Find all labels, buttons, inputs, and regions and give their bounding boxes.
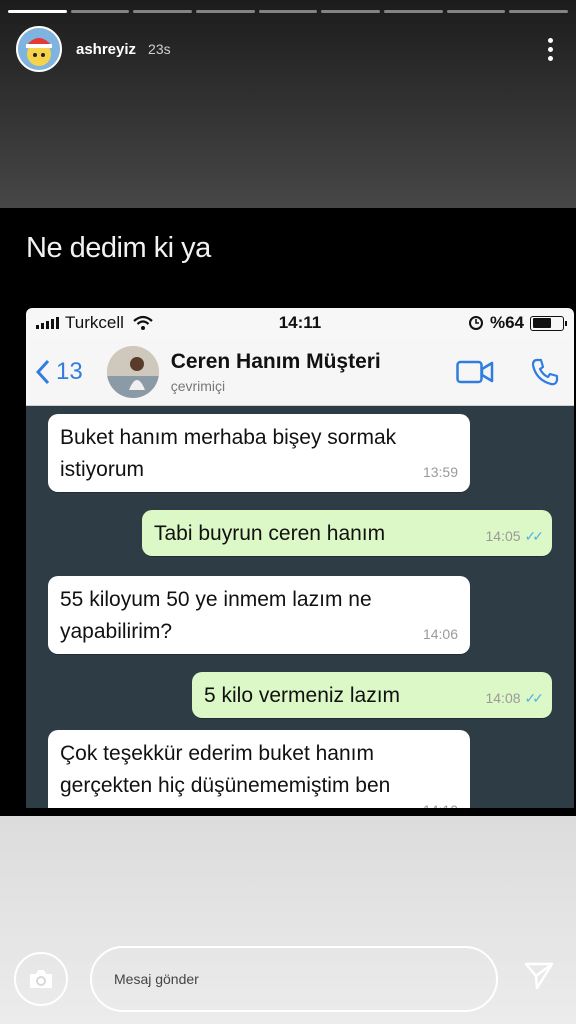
video-call-icon[interactable] bbox=[456, 360, 494, 384]
contact-avatar[interactable] bbox=[106, 345, 159, 398]
story-reply-bar: Mesaj gönder bbox=[0, 816, 576, 1024]
progress-segment bbox=[321, 10, 381, 13]
story-top-area: ashreyiz 23s bbox=[0, 0, 576, 208]
message-list: Buket hanım merhaba bişey sormak istiyor… bbox=[26, 406, 574, 808]
progress-segment bbox=[70, 10, 130, 13]
progress-segment bbox=[8, 10, 67, 13]
message-meta: 14:08 ✓✓ bbox=[485, 682, 545, 714]
message-text: gerçekten hiç düşünememiştim ben bbox=[60, 774, 391, 797]
message-time: 14:10 bbox=[423, 794, 458, 808]
phone-status-bar: Turkcell 14:11 %64 bbox=[26, 308, 574, 338]
story-header: ashreyiz 23s bbox=[16, 26, 560, 72]
call-actions bbox=[456, 357, 560, 387]
progress-segment bbox=[196, 10, 255, 13]
progress-segment bbox=[133, 10, 193, 13]
chat-screenshot: Turkcell 14:11 %64 13 Ceren Hanım Müşter… bbox=[26, 308, 574, 808]
message-time: 14:05 bbox=[485, 528, 521, 544]
message-text: Buket hanım merhaba bişey sormak bbox=[60, 426, 397, 449]
message-bubble-incoming: Buket hanım merhaba bişey sormak istiyor… bbox=[48, 414, 470, 492]
message-text: yapabilirim? bbox=[60, 620, 173, 643]
camera-icon bbox=[30, 970, 52, 988]
username[interactable]: ashreyiz bbox=[76, 41, 136, 58]
message-text: istiyorum bbox=[60, 458, 145, 481]
story-progress-bar bbox=[8, 10, 569, 13]
back-button[interactable]: 13 bbox=[36, 358, 83, 386]
phone-icon[interactable] bbox=[530, 357, 560, 387]
chevron-left-icon bbox=[36, 359, 50, 384]
battery-icon bbox=[530, 315, 567, 331]
unread-count: 13 bbox=[56, 357, 83, 385]
message-time: 14:06 bbox=[422, 626, 458, 642]
message-bubble-incoming: 55 kiloyum 50 ye inmem lazım ne yapabili… bbox=[48, 576, 470, 654]
message-text: 55 kiloyum 50 ye inmem lazım ne bbox=[60, 588, 372, 611]
story-time: 23s bbox=[148, 41, 171, 57]
chat-header: 13 Ceren Hanım Müşteri çevrimiçi bbox=[26, 338, 574, 406]
camera-button[interactable] bbox=[14, 952, 68, 1006]
double-check-icon: ✓✓ bbox=[524, 690, 545, 706]
message-time: 14:08 bbox=[485, 690, 521, 706]
message-text: Çok teşekkür ederim buket hanım bbox=[60, 742, 374, 765]
story-content: Ne dedim ki ya Turkcell 14:11 %64 13 Cer… bbox=[0, 208, 576, 816]
progress-segment bbox=[258, 10, 318, 13]
user-avatar[interactable] bbox=[16, 26, 62, 72]
progress-segment bbox=[384, 10, 443, 13]
message-bubble-outgoing: Tabi buyrun ceren hanım 14:05 ✓✓ bbox=[142, 510, 552, 556]
reply-input[interactable]: Mesaj gönder bbox=[90, 946, 498, 1012]
double-check-icon: ✓✓ bbox=[524, 528, 545, 544]
progress-segment bbox=[509, 10, 569, 13]
story-caption: Ne dedim ki ya bbox=[26, 232, 211, 264]
message-meta: 14:05 ✓✓ bbox=[485, 520, 545, 552]
send-icon[interactable] bbox=[524, 962, 554, 990]
message-bubble-outgoing: 5 kilo vermeniz lazım 14:08 ✓✓ bbox=[192, 672, 552, 718]
contact-status: çevrimiçi bbox=[170, 377, 226, 394]
status-time: 14:11 bbox=[278, 313, 322, 332]
progress-segment bbox=[446, 10, 506, 13]
message-time: 13:59 bbox=[422, 464, 458, 480]
message-text: Tabi buyrun ceren hanım bbox=[154, 522, 386, 545]
more-vertical-icon[interactable] bbox=[540, 37, 560, 61]
contact-info[interactable]: Ceren Hanım Müşteri çevrimiçi bbox=[171, 350, 381, 394]
message-bubble-incoming: Çok teşekkür ederim buket hanım gerçekte… bbox=[48, 730, 470, 808]
contact-name: Ceren Hanım Müşteri bbox=[170, 349, 381, 373]
